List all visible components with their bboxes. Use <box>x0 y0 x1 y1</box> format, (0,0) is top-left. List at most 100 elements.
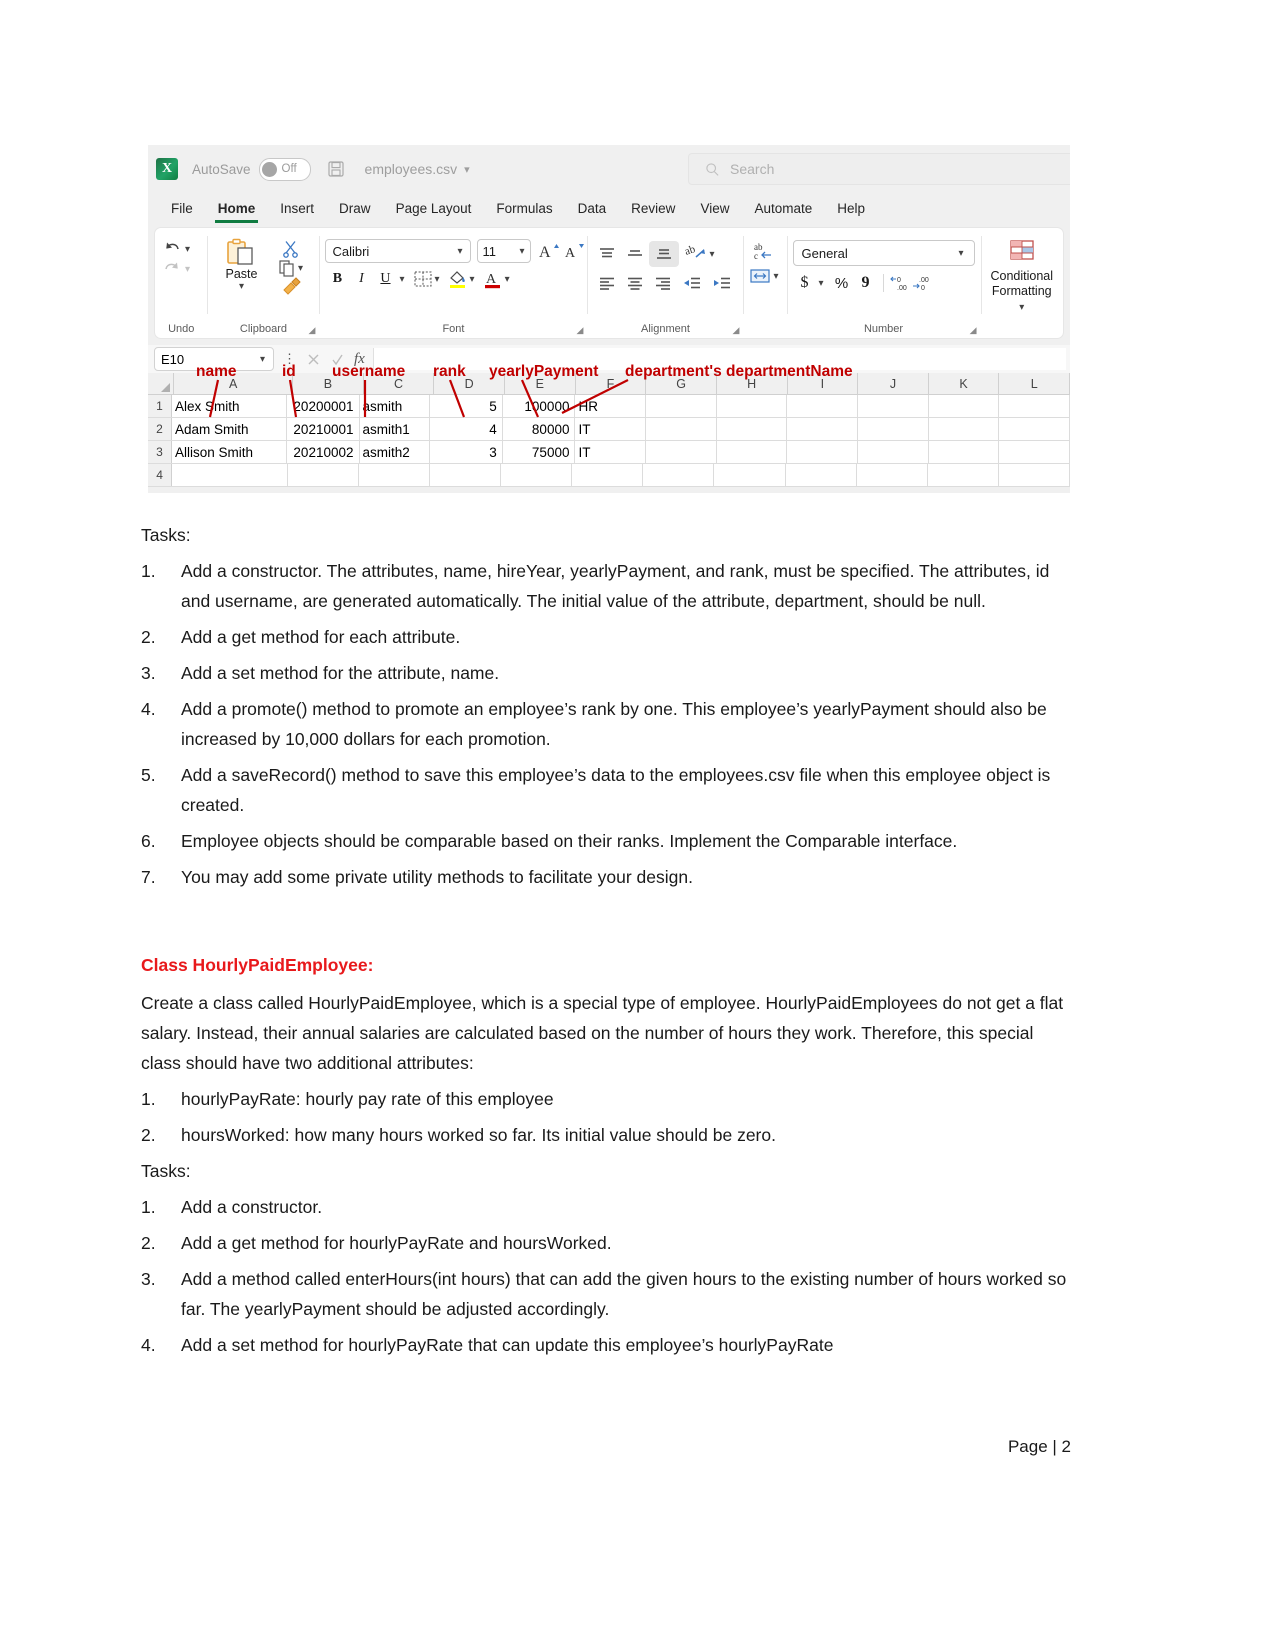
cell-j2[interactable] <box>858 418 929 440</box>
cell-e2[interactable]: 80000 <box>503 418 576 440</box>
cell-l3[interactable] <box>999 441 1070 463</box>
row-header-3[interactable]: 3 <box>148 441 172 463</box>
decrease-font-size-icon[interactable]: A <box>565 241 587 261</box>
font-size-select[interactable]: 11 ▾ <box>477 239 532 263</box>
undo-button[interactable]: ▾ <box>161 239 192 259</box>
cell-b4[interactable] <box>288 464 359 486</box>
cell-j1[interactable] <box>858 395 929 417</box>
cell-i3[interactable] <box>787 441 859 463</box>
cell-a3[interactable]: Allison Smith <box>172 441 287 463</box>
cell-b2[interactable]: 20210001 <box>287 418 360 440</box>
align-center-icon[interactable] <box>621 272 649 294</box>
column-header-k[interactable]: K <box>929 373 1000 394</box>
tab-formulas[interactable]: Formulas <box>485 199 563 218</box>
currency-chevron-down-icon[interactable]: ▾ <box>819 278 824 289</box>
cell-k1[interactable] <box>929 395 1000 417</box>
cell-e1[interactable]: 100000 <box>503 395 576 417</box>
filename-label[interactable]: employees.csv <box>365 161 458 177</box>
cell-f1[interactable]: HR <box>575 395 647 417</box>
increase-font-size-icon[interactable]: A <box>539 241 561 261</box>
underline-chevron-down-icon[interactable]: ▾ <box>399 274 404 285</box>
cell-h4[interactable] <box>714 464 786 486</box>
cell-k2[interactable] <box>929 418 1000 440</box>
cell-j4[interactable] <box>857 464 928 486</box>
comma-format-button[interactable]: 9 <box>854 272 878 294</box>
column-header-l[interactable]: L <box>999 373 1070 394</box>
redo-button[interactable]: ▾ <box>161 259 192 279</box>
cell-l4[interactable] <box>999 464 1070 486</box>
cell-i1[interactable] <box>787 395 859 417</box>
tab-home[interactable]: Home <box>207 199 267 223</box>
column-header-j[interactable]: J <box>858 373 929 394</box>
tab-data[interactable]: Data <box>567 199 618 218</box>
percent-format-button[interactable]: % <box>830 272 854 294</box>
cell-a4[interactable] <box>172 464 288 486</box>
borders-icon[interactable] <box>413 270 433 288</box>
cell-g2[interactable] <box>646 418 717 440</box>
cell-i4[interactable] <box>786 464 857 486</box>
fill-color-icon[interactable] <box>448 269 468 289</box>
tab-file[interactable]: File <box>160 199 204 218</box>
conditional-formatting-chevron-down-icon[interactable]: ▾ <box>1019 302 1024 313</box>
conditional-formatting-icon[interactable] <box>1005 239 1039 267</box>
format-painter-icon[interactable] <box>281 277 302 295</box>
cell-c4[interactable] <box>359 464 430 486</box>
tab-view[interactable]: View <box>689 199 740 218</box>
decrease-decimal-icon[interactable]: .00 0 <box>911 274 933 292</box>
cell-a2[interactable]: Adam Smith <box>172 418 287 440</box>
save-icon[interactable] <box>327 160 345 178</box>
copy-icon[interactable] <box>278 259 296 277</box>
cell-f2[interactable]: IT <box>575 418 647 440</box>
decrease-indent-icon[interactable] <box>677 272 707 294</box>
cell-g1[interactable] <box>646 395 717 417</box>
cell-b3[interactable]: 20210002 <box>287 441 360 463</box>
cell-b1[interactable]: 20200001 <box>287 395 360 417</box>
tab-automate[interactable]: Automate <box>743 199 823 218</box>
copy-chevron-down-icon[interactable]: ▾ <box>298 263 303 274</box>
autosave-toggle[interactable]: Off <box>258 157 311 181</box>
align-bottom-icon[interactable] <box>649 241 680 267</box>
cell-k4[interactable] <box>928 464 999 486</box>
tab-page-layout[interactable]: Page Layout <box>385 199 483 218</box>
cut-icon[interactable] <box>281 239 301 259</box>
search-box[interactable]: Search <box>688 153 1070 185</box>
wrap-text-icon[interactable]: ab c <box>753 241 777 261</box>
increase-indent-icon[interactable] <box>707 272 737 294</box>
row-header-4[interactable]: 4 <box>148 464 173 486</box>
align-middle-icon[interactable] <box>621 243 649 265</box>
cell-d1[interactable]: 5 <box>430 395 503 417</box>
cell-f4[interactable] <box>572 464 644 486</box>
filename-chevron-down-icon[interactable]: ▾ <box>464 163 470 176</box>
font-color-chevron-down-icon[interactable]: ▾ <box>505 274 510 285</box>
cell-g4[interactable] <box>643 464 715 486</box>
align-right-icon[interactable] <box>649 272 677 294</box>
cell-l1[interactable] <box>999 395 1070 417</box>
cell-h2[interactable] <box>717 418 788 440</box>
alignment-dialog-launcher-icon[interactable]: ◢ <box>733 325 740 336</box>
row-header-1[interactable]: 1 <box>148 395 172 417</box>
cell-h3[interactable] <box>717 441 788 463</box>
bold-button[interactable]: B <box>325 268 349 290</box>
cell-l2[interactable] <box>999 418 1070 440</box>
cancel-entry-icon[interactable] <box>306 352 321 367</box>
paste-button[interactable]: Paste ▾ <box>213 237 269 292</box>
row-header-2[interactable]: 2 <box>148 418 172 440</box>
merge-cells-chevron-down-icon[interactable]: ▾ <box>773 271 778 282</box>
cell-e3[interactable]: 75000 <box>503 441 576 463</box>
select-all-corner[interactable] <box>148 373 175 394</box>
number-dialog-launcher-icon[interactable]: ◢ <box>970 325 977 336</box>
cell-a1[interactable]: Alex Smith <box>172 395 287 417</box>
font-color-icon[interactable]: A <box>483 269 503 289</box>
tab-draw[interactable]: Draw <box>328 199 382 218</box>
paste-chevron-down-icon[interactable]: ▾ <box>239 281 244 292</box>
cell-j3[interactable] <box>858 441 929 463</box>
cell-g3[interactable] <box>646 441 717 463</box>
merge-cells-icon[interactable] <box>749 267 771 285</box>
number-format-select[interactable]: General ▾ <box>792 240 975 266</box>
undo-chevron-down-icon[interactable]: ▾ <box>185 244 190 255</box>
tab-review[interactable]: Review <box>620 199 686 218</box>
cell-i2[interactable] <box>787 418 859 440</box>
cell-h1[interactable] <box>717 395 788 417</box>
cell-k3[interactable] <box>929 441 1000 463</box>
tab-help[interactable]: Help <box>826 199 876 218</box>
